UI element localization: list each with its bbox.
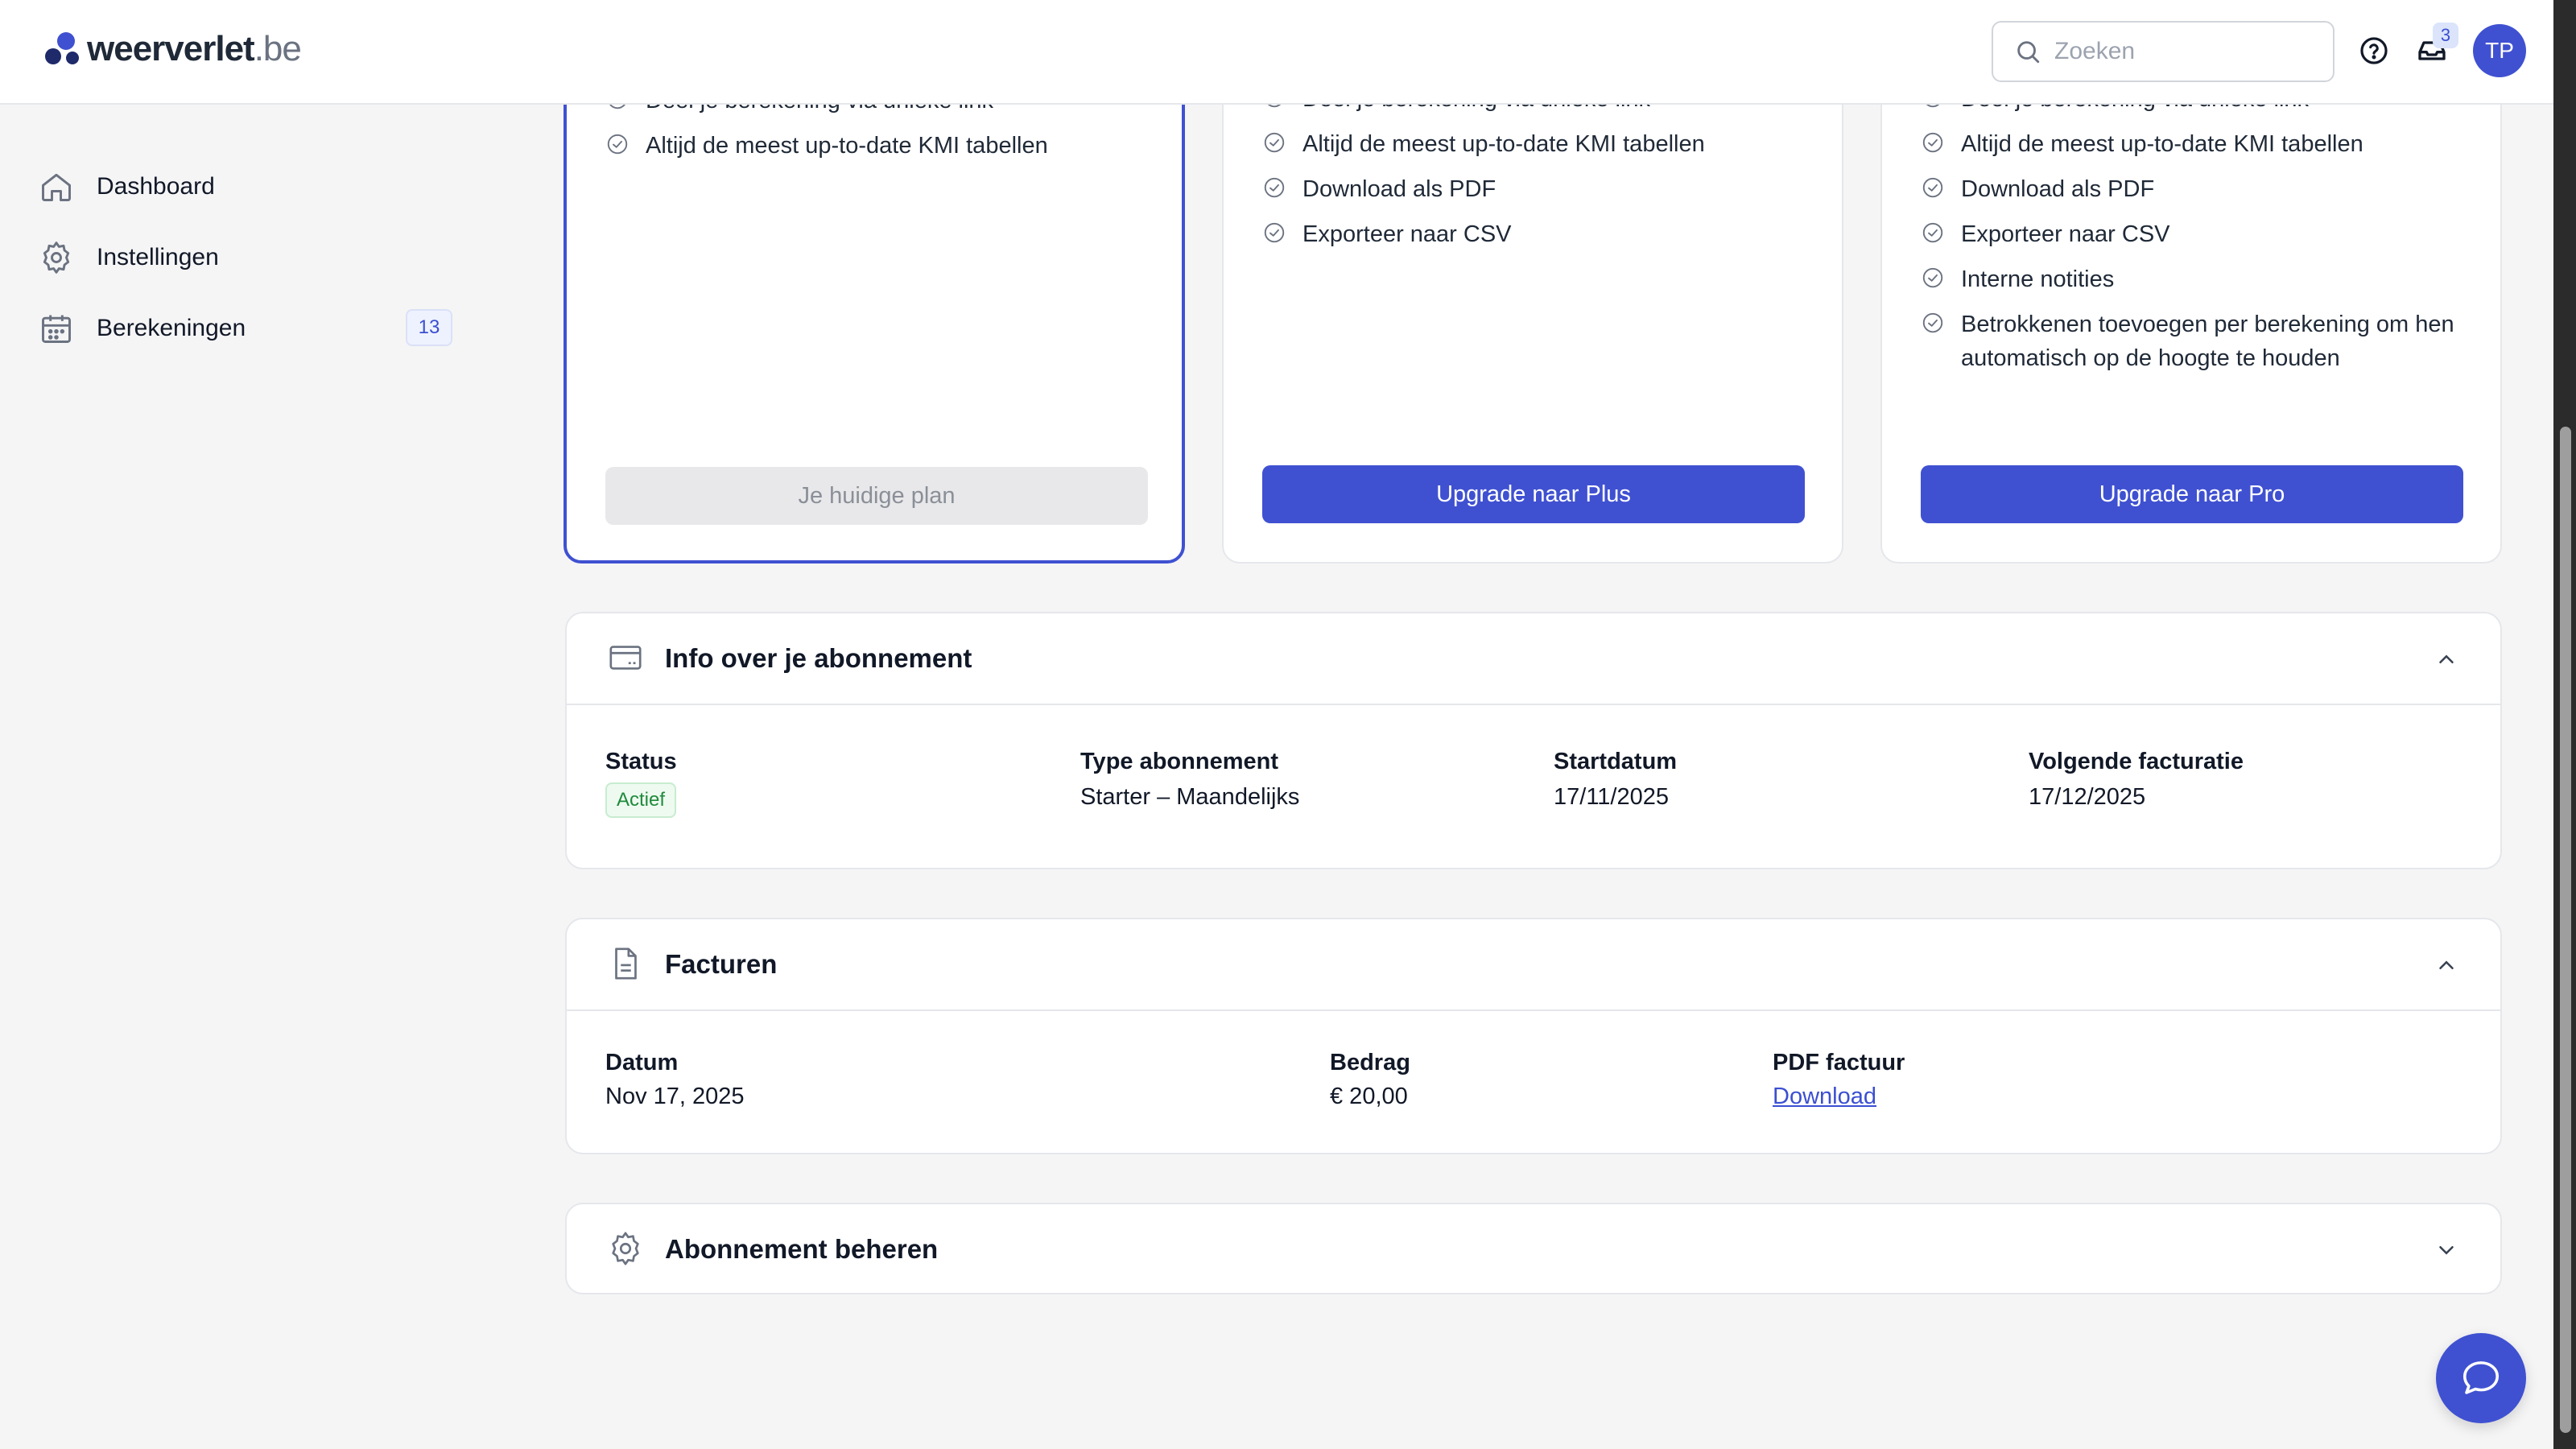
manage-subscription-header[interactable]: Abonnement beheren	[567, 1204, 2500, 1294]
plan-feature-text: Altijd de meest up-to-date KMI tabellen	[646, 133, 1048, 159]
search-icon	[2017, 41, 2040, 64]
search-input[interactable]	[2054, 38, 2312, 65]
logo[interactable]: weerverlet.be	[43, 29, 302, 69]
plan-card-starter: 5 berekeningen per maandDeel je berekeni…	[564, 43, 1185, 564]
subscription-info-body: Status Actief Type abonnement Starter – …	[567, 704, 2500, 869]
check-circle-icon	[1262, 175, 1286, 204]
section-title: Facturen	[665, 949, 778, 979]
notification-count-badge: 3	[2433, 23, 2458, 48]
invoice-download-link[interactable]: Download	[1773, 1084, 1876, 1110]
invoices-table: Datum Bedrag PDF factuur Nov 17, 2025 € …	[567, 1009, 2500, 1154]
plan-feature-item: Exporteer naar CSV	[1921, 217, 2476, 251]
plan-feature-text: Exporteer naar CSV	[1302, 221, 1512, 247]
avatar[interactable]: TP	[2473, 24, 2526, 77]
plan-feature-text: Altijd de meest up-to-date KMI tabellen	[1302, 131, 1705, 157]
search-box[interactable]	[1992, 21, 2334, 82]
gear-icon	[43, 242, 70, 274]
home-icon	[42, 173, 71, 201]
chat-bubble-icon	[2462, 1361, 2500, 1394]
check-circle-icon	[1262, 221, 1286, 249]
sidebar-item-instellingen[interactable]: Instellingen	[39, 232, 457, 283]
plan-feature-item: Altijd de meest up-to-date KMI tabellen	[1262, 127, 1818, 161]
invoice-date: Nov 17, 2025	[605, 1084, 745, 1109]
document-icon	[615, 947, 637, 980]
check-circle-icon	[1921, 130, 1945, 159]
sidebar-item-dashboard[interactable]: Dashboard	[39, 161, 457, 213]
current-plan-button: Je huidige plan	[605, 467, 1148, 525]
logo-mark-icon	[43, 30, 82, 68]
plan-feature-text: Download als PDF	[1961, 176, 2155, 202]
section-title: Info over je abonnement	[665, 643, 972, 673]
type-value: Starter – Maandelijks	[1080, 784, 1300, 810]
start-date-label: Startdatum	[1554, 749, 1678, 774]
check-circle-icon	[1921, 221, 1945, 249]
sidebar-item-berekeningen[interactable]: Berekeningen 13	[39, 303, 457, 354]
plan-feature-text: Altijd de meest up-to-date KMI tabellen	[1961, 131, 2363, 157]
status-badge: Actief	[605, 782, 677, 818]
plan-feature-item: Download als PDF	[1921, 172, 2476, 206]
column-header-date: Datum	[605, 1050, 679, 1075]
help-icon[interactable]	[2355, 32, 2392, 69]
upgrade-plus-button[interactable]: Upgrade naar Plus	[1262, 465, 1805, 523]
plan-card-plus: 15 berekeningen per maandDeel je bereken…	[1222, 41, 1843, 564]
section-title: Abonnement beheren	[665, 1234, 939, 1264]
chevron-down-icon[interactable]	[2434, 1238, 2458, 1262]
plan-feature-text: Betrokkenen toevoegen per berekening om …	[1961, 312, 2454, 371]
start-date-value: 17/11/2025	[1554, 784, 1669, 810]
chevron-up-icon[interactable]	[2434, 647, 2458, 671]
check-circle-icon	[1921, 266, 1945, 294]
check-circle-icon	[1921, 175, 1945, 204]
invoice-amount: € 20,00	[1330, 1084, 1408, 1109]
page-scrollbar[interactable]	[2553, 0, 2576, 1449]
sidebar-item-label: Berekeningen	[97, 315, 246, 341]
plan-feature-text: Exporteer naar CSV	[1961, 221, 2170, 247]
invoices-header[interactable]: Facturen	[567, 919, 2500, 1009]
logo-text: weerverlet.be	[87, 29, 302, 68]
sidebar-item-label: Instellingen	[97, 244, 219, 270]
plan-feature-item: Interne notities	[1921, 262, 2476, 296]
manage-subscription-section: Abonnement beheren	[565, 1203, 2502, 1294]
column-header-pdf: PDF factuur	[1773, 1050, 1905, 1075]
type-label: Type abonnement	[1080, 749, 1278, 774]
credit-card-icon	[609, 646, 642, 670]
plan-card-pro: Ongelimiteerde berekeningenDeel je berek…	[1880, 41, 2502, 564]
gear-icon	[612, 1232, 639, 1265]
chat-button[interactable]	[2436, 1333, 2526, 1423]
sidebar-item-label: Dashboard	[97, 173, 215, 200]
column-header-amount: Bedrag	[1330, 1050, 1410, 1075]
top-bar: weerverlet.be 3 TP	[0, 0, 2553, 105]
chevron-up-icon[interactable]	[2434, 953, 2458, 977]
subscription-info-header[interactable]: Info over je abonnement	[567, 613, 2500, 704]
plan-feature-item: Altijd de meest up-to-date KMI tabellen	[1921, 127, 2476, 161]
check-circle-icon	[605, 132, 630, 160]
plan-feature-item: Download als PDF	[1262, 172, 1818, 206]
plan-feature-item: Exporteer naar CSV	[1262, 217, 1818, 251]
invoices-section: Facturen Datum Bedrag PDF factuur Nov 17…	[565, 918, 2502, 1154]
plan-feature-item: Betrokkenen toevoegen per berekening om …	[1921, 308, 2476, 375]
calendar-icon	[42, 315, 71, 343]
plan-feature-item: Altijd de meest up-to-date KMI tabellen	[605, 129, 1161, 163]
check-circle-icon	[1921, 311, 1945, 339]
check-circle-icon	[1262, 130, 1286, 159]
subscription-info-section: Info over je abonnement Status Actief Ty…	[565, 612, 2502, 869]
next-billing-value: 17/12/2025	[2029, 784, 2146, 810]
plan-feature-text: Interne notities	[1961, 266, 2115, 292]
scrollbar-thumb[interactable]	[2560, 427, 2571, 1433]
status-label: Status	[605, 749, 677, 774]
next-billing-label: Volgende facturatie	[2029, 749, 2244, 774]
upgrade-pro-button[interactable]: Upgrade naar Pro	[1921, 465, 2463, 523]
plan-feature-text: Download als PDF	[1302, 176, 1496, 202]
berekeningen-count-badge: 13	[406, 309, 452, 346]
